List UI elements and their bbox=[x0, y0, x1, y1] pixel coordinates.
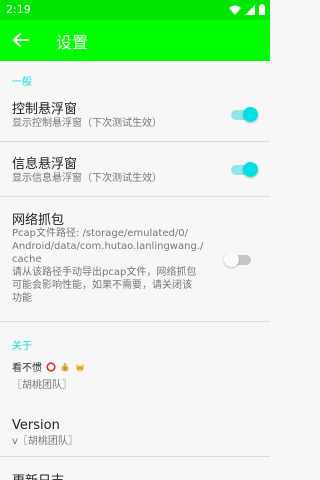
info-float-toggle[interactable] bbox=[228, 160, 258, 180]
no-entry-circle-icon bbox=[46, 362, 56, 372]
arrow-left-icon[interactable] bbox=[10, 29, 32, 51]
pcap-description-line: 可能会影响性能，如果不需要，请关闭该 bbox=[12, 280, 192, 291]
pcap-description-line: 请从该路径手动导出pcap文件，网络抓包 bbox=[12, 267, 197, 278]
divider bbox=[0, 321, 270, 322]
divider bbox=[0, 141, 270, 142]
settings-list[interactable]: 一般 控制悬浮窗 显示控制悬浮窗（下次测试生效） 信息悬浮窗 显示信息悬浮窗（下… bbox=[0, 61, 270, 480]
version-title: Version bbox=[12, 418, 60, 433]
setting-subtitle: 显示信息悬浮窗（下次测试生效） bbox=[12, 173, 162, 184]
status-bar: 2:19 bbox=[0, 0, 270, 20]
credits-title-text: 看不惯 bbox=[12, 363, 42, 374]
version-subtitle: v〖胡桃团队〗 bbox=[12, 436, 78, 447]
money-bag-icon bbox=[61, 363, 70, 372]
credits-title: 看不惯 bbox=[12, 362, 85, 375]
divider bbox=[0, 456, 270, 457]
pcap-description-line: 功能 bbox=[12, 293, 32, 304]
status-icons bbox=[229, 4, 265, 15]
battery-icon bbox=[259, 4, 265, 15]
control-float-toggle[interactable] bbox=[228, 105, 258, 125]
signal-icon bbox=[245, 4, 255, 15]
app-bar: 设置 bbox=[0, 20, 270, 61]
pcap-path-line: Android/data/com.hutao.lanlingwang./ bbox=[12, 241, 204, 252]
page-title: 设置 bbox=[56, 33, 89, 52]
cat-face-icon bbox=[75, 364, 84, 372]
pcap-path-line: Pcap文件路径: /storage/emulated/0/ bbox=[12, 228, 188, 239]
section-header-about: 关于 bbox=[12, 341, 32, 352]
wifi-icon bbox=[229, 5, 241, 15]
section-header-general: 一般 bbox=[12, 77, 32, 88]
packet-capture-toggle[interactable] bbox=[224, 250, 254, 270]
setting-title: 信息悬浮窗 bbox=[12, 157, 78, 172]
credits-subtitle: 〖胡桃团队〗 bbox=[12, 380, 72, 391]
divider bbox=[0, 196, 270, 197]
pcap-path-line: cache bbox=[12, 254, 42, 265]
setting-subtitle: 显示控制悬浮窗（下次测试生效） bbox=[12, 118, 162, 129]
setting-title: 控制悬浮窗 bbox=[12, 102, 78, 117]
changelog-title: 更新日志 bbox=[12, 470, 64, 480]
status-time: 2:19 bbox=[6, 3, 31, 16]
setting-title: 网络抓包 bbox=[12, 213, 65, 228]
